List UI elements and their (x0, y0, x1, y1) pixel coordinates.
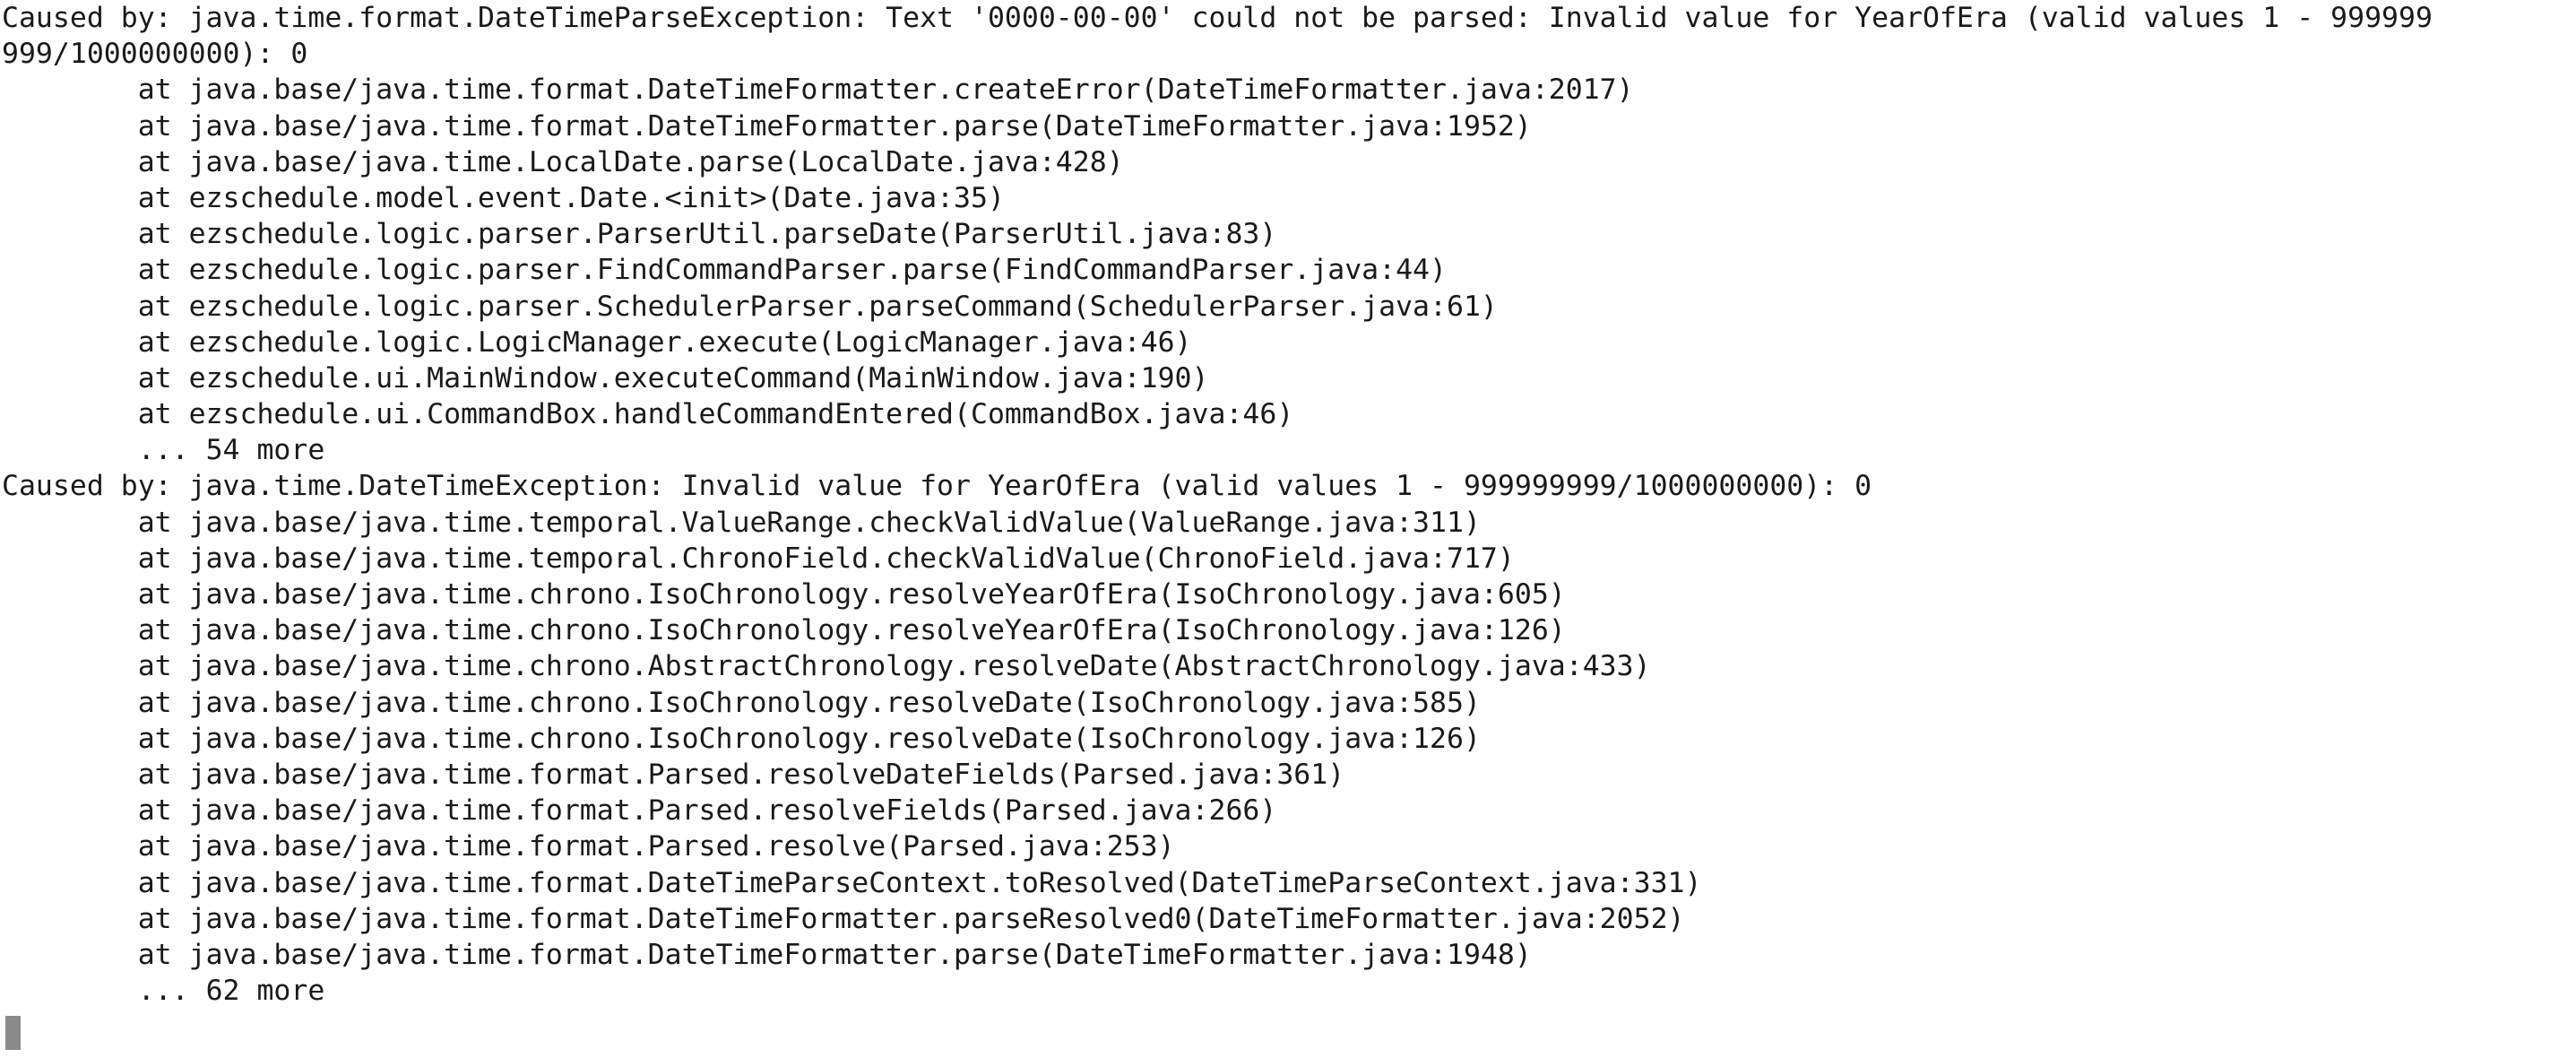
stack-trace-line: ... 54 more (2, 434, 325, 467)
stack-trace-line: Caused by: java.time.format.DateTimePars… (2, 2, 2433, 34)
terminal-output[interactable]: Caused by: java.time.format.DateTimePars… (0, 0, 2576, 1058)
prompt-line[interactable] (2, 1009, 2576, 1051)
stack-trace-line: at java.base/java.time.format.DateTimeFo… (2, 109, 1532, 143)
stack-trace-line: at ezschedule.logic.parser.ParserUtil.pa… (2, 218, 1277, 251)
stack-trace-line: Caused by: java.time.DateTimeException: … (2, 470, 1872, 503)
stack-trace-line: at ezschedule.ui.CommandBox.handleComman… (2, 398, 1294, 431)
text-cursor (5, 1016, 21, 1051)
stack-trace-line: at java.base/java.time.format.Parsed.res… (2, 794, 1277, 828)
stack-trace-line: at ezschedule.model.event.Date.<init>(Da… (2, 181, 1005, 214)
stack-trace-line: at java.base/java.time.chrono.IsoChronol… (2, 686, 1481, 719)
stack-trace-line: at java.base/java.time.temporal.ChronoFi… (2, 542, 1515, 575)
stack-trace-line: at java.base/java.time.format.Parsed.res… (2, 830, 1175, 863)
stack-trace-line: at java.base/java.time.format.Parsed.res… (2, 758, 1345, 791)
stack-trace-line: at java.base/java.time.temporal.ValueRan… (2, 506, 1481, 539)
stack-trace-line: ... 62 more (2, 975, 325, 1008)
stack-trace-line: at java.base/java.time.LocalDate.parse(L… (2, 145, 1124, 178)
stack-trace-line: at ezschedule.ui.MainWindow.executeComma… (2, 361, 1209, 395)
stack-trace-line: at java.base/java.time.chrono.IsoChronol… (2, 614, 1566, 647)
stack-trace-line: at java.base/java.time.chrono.IsoChronol… (2, 578, 1566, 611)
stack-trace-line: at ezschedule.logic.parser.SchedulerPars… (2, 290, 1498, 323)
stack-trace-line: at ezschedule.logic.LogicManager.execute… (2, 325, 1192, 359)
stack-trace-line: at java.base/java.time.chrono.AbstractCh… (2, 650, 1651, 683)
stack-trace-line: at java.base/java.time.format.DateTimeFo… (2, 938, 1532, 971)
stack-trace-line: at ezschedule.logic.parser.FindCommandPa… (2, 254, 1447, 287)
stack-trace-line: at java.base/java.time.format.DateTimeFo… (2, 902, 1685, 935)
stack-trace-line: at java.base/java.time.chrono.IsoChronol… (2, 722, 1481, 755)
stack-trace-line: at java.base/java.time.format.DateTimeFo… (2, 74, 1634, 107)
stack-trace-line: 999/1000000000): 0 (2, 38, 308, 71)
stack-trace-line: at java.base/java.time.format.DateTimePa… (2, 866, 1702, 899)
